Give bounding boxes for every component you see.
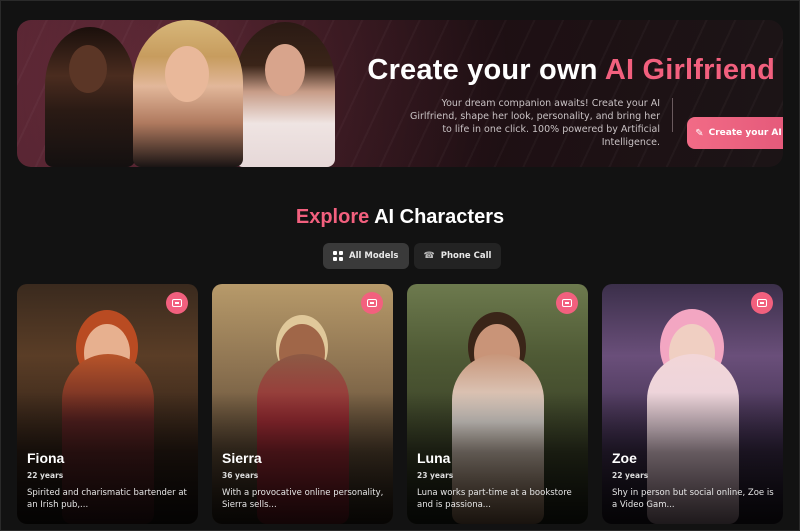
chat-bubble-icon [172, 299, 182, 307]
hero-model-1 [45, 27, 135, 167]
magic-wand-icon: ✎ [695, 127, 704, 139]
explore-title-accent: Explore [295, 206, 370, 228]
chat-bubble-icon [367, 299, 377, 307]
filter-phone-call[interactable]: ☎ Phone Call [413, 243, 502, 269]
chat-button[interactable] [166, 292, 188, 314]
chat-button[interactable] [556, 292, 578, 314]
filter-all-models[interactable]: All Models [323, 243, 409, 269]
character-name: Sierra [222, 450, 262, 466]
explore-title: Explore AI Characters [0, 206, 800, 229]
character-name: Luna [417, 450, 451, 466]
hero-title-prefix: Create your own [367, 54, 598, 86]
hero-image [45, 20, 345, 167]
phone-icon: ☎ [423, 251, 435, 261]
character-name: Fiona [27, 450, 65, 466]
chat-button[interactable] [361, 292, 383, 314]
character-card-zoe[interactable]: Zoe 22 years Shy in person but social on… [602, 284, 783, 524]
character-description: Spirited and charismatic bartender at an… [27, 488, 187, 510]
character-card-sierra[interactable]: Sierra 36 years With a provocative onlin… [212, 284, 393, 524]
filter-tabs: All Models ☎ Phone Call [323, 243, 502, 269]
explore-title-rest: AI Characters [374, 206, 505, 228]
hero-title-accent: AI Girlfriend [604, 54, 775, 86]
hero-title: Create your own AI Girlfriend [367, 54, 775, 87]
hero-description: Your dream companion awaits! Create your… [409, 98, 660, 148]
hero-banner: Create your own AI Girlfriend Your dream… [17, 20, 783, 167]
hero-model-2 [133, 20, 243, 167]
grid-icon [333, 251, 343, 261]
character-age: 22 years [612, 471, 649, 480]
chat-bubble-icon [562, 299, 572, 307]
character-description: With a provocative online personality, S… [222, 488, 384, 510]
character-card-fiona[interactable]: Fiona 22 years Spirited and charismatic … [17, 284, 198, 524]
character-description: Luna works part-time at a bookstore and … [417, 488, 572, 510]
filter-all-models-label: All Models [349, 251, 399, 261]
create-your-ai-label: Create your AI [708, 128, 782, 138]
character-name: Zoe [612, 450, 637, 466]
filter-phone-call-label: Phone Call [440, 251, 492, 261]
character-age: 22 years [27, 471, 64, 480]
character-age: 36 years [222, 471, 259, 480]
character-age: 23 years [417, 471, 454, 480]
chat-bubble-icon [757, 299, 767, 307]
character-card-luna[interactable]: Luna 23 years Luna works part-time at a … [407, 284, 588, 524]
character-description: Shy in person but social online, Zoe is … [612, 488, 774, 510]
create-your-ai-button[interactable]: ✎ Create your AI [687, 117, 783, 149]
hero-divider [672, 98, 673, 132]
hero-model-3 [235, 22, 335, 167]
chat-button[interactable] [751, 292, 773, 314]
